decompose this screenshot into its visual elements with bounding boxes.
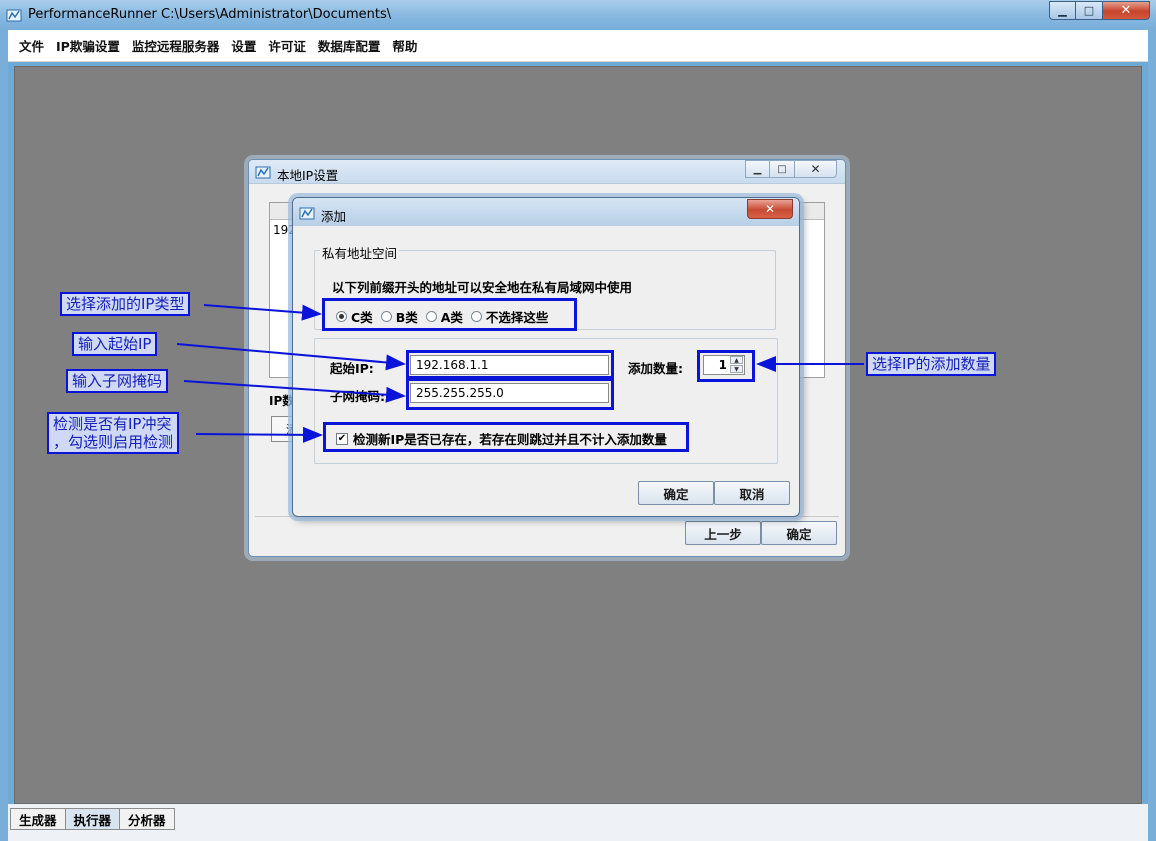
window-controls: ▁ □ ✕ <box>1049 1 1150 20</box>
ip-count-label: IP数 <box>269 394 295 408</box>
callout-start-ip: 输入起始IP <box>72 332 158 356</box>
maximize-button[interactable]: □ <box>1076 1 1103 20</box>
private-address-hint: 以下列前缀开头的地址可以安全地在私有局域网中使用 <box>332 280 633 295</box>
add-dialog-close-button[interactable]: ✕ <box>747 199 793 219</box>
dialog-maximize-button[interactable]: □ <box>770 160 795 178</box>
app-icon <box>6 9 22 22</box>
highlight-start-ip <box>406 350 614 379</box>
private-address-group-title: 私有地址空间 <box>320 243 400 262</box>
callout-subnet: 输入子网掩码 <box>66 369 169 393</box>
callout-ip-conflict-line1: 检测是否有IP冲突 <box>53 415 172 433</box>
callout-ip-conflict-line2: ，勾选则启用检测 <box>53 433 174 451</box>
highlight-ip-type <box>322 298 577 331</box>
menu-database-config[interactable]: 数据库配置 <box>312 36 387 55</box>
add-dialog-title-bar[interactable]: 添加 ✕ <box>293 198 799 226</box>
local-ip-dialog-controls: ▁ □ ✕ <box>745 160 837 178</box>
subnet-mask-label: 子网掩码: <box>330 389 385 404</box>
minimize-button[interactable]: ▁ <box>1049 1 1076 20</box>
dialog-close-button[interactable]: ✕ <box>795 160 837 178</box>
local-ip-dialog-title: 本地IP设置 <box>277 168 339 183</box>
menu-license[interactable]: 许可证 <box>262 36 312 55</box>
callout-add-count: 选择IP的添加数量 <box>866 352 997 376</box>
window-frame-left <box>0 30 8 841</box>
menu-file[interactable]: 文件 <box>13 36 50 55</box>
add-ok-button[interactable]: 确定 <box>638 481 714 505</box>
highlight-add-count <box>697 350 755 382</box>
main-title-bar[interactable]: PerformanceRunner C:\Users\Administrator… <box>0 0 1156 30</box>
dialog-minimize-button[interactable]: ▁ <box>745 160 770 178</box>
add-dialog-app-icon <box>299 207 315 220</box>
tab-executor[interactable]: 执行器 <box>64 808 120 830</box>
local-ip-dialog-title-bar[interactable]: 本地IP设置 ▁ □ ✕ <box>249 160 845 184</box>
highlight-ip-conflict <box>323 422 689 452</box>
close-button[interactable]: ✕ <box>1103 1 1150 20</box>
tab-analyzer[interactable]: 分析器 <box>119 808 175 830</box>
bottom-strip <box>8 804 1148 841</box>
bottom-tab-bar: 生成器 执行器 分析器 <box>10 808 175 830</box>
add-dialog-title: 添加 <box>321 209 347 224</box>
tab-generator[interactable]: 生成器 <box>10 808 65 830</box>
window-frame-right <box>1148 30 1156 841</box>
previous-step-button[interactable]: 上一步 <box>685 521 761 545</box>
add-cancel-button[interactable]: 取消 <box>714 481 790 505</box>
menu-bar: 文件 IP欺骗设置 监控远程服务器 设置 许可证 数据库配置 帮助 <box>8 30 1148 62</box>
callout-ip-type: 选择添加的IP类型 <box>60 292 191 316</box>
highlight-subnet <box>406 378 614 410</box>
callout-ip-conflict: 检测是否有IP冲突 ，勾选则启用检测 <box>47 412 180 454</box>
local-ip-ok-button[interactable]: 确定 <box>761 521 837 545</box>
start-ip-label: 起始IP: <box>330 361 374 376</box>
menu-help[interactable]: 帮助 <box>386 36 423 55</box>
window-title: PerformanceRunner C:\Users\Administrator… <box>28 7 392 22</box>
menu-monitor-remote[interactable]: 监控远程服务器 <box>126 36 226 55</box>
add-count-label: 添加数量: <box>628 361 683 376</box>
menu-ip-spoofing[interactable]: IP欺骗设置 <box>50 36 126 55</box>
menu-settings[interactable]: 设置 <box>225 36 262 55</box>
dialog-app-icon <box>255 166 271 179</box>
